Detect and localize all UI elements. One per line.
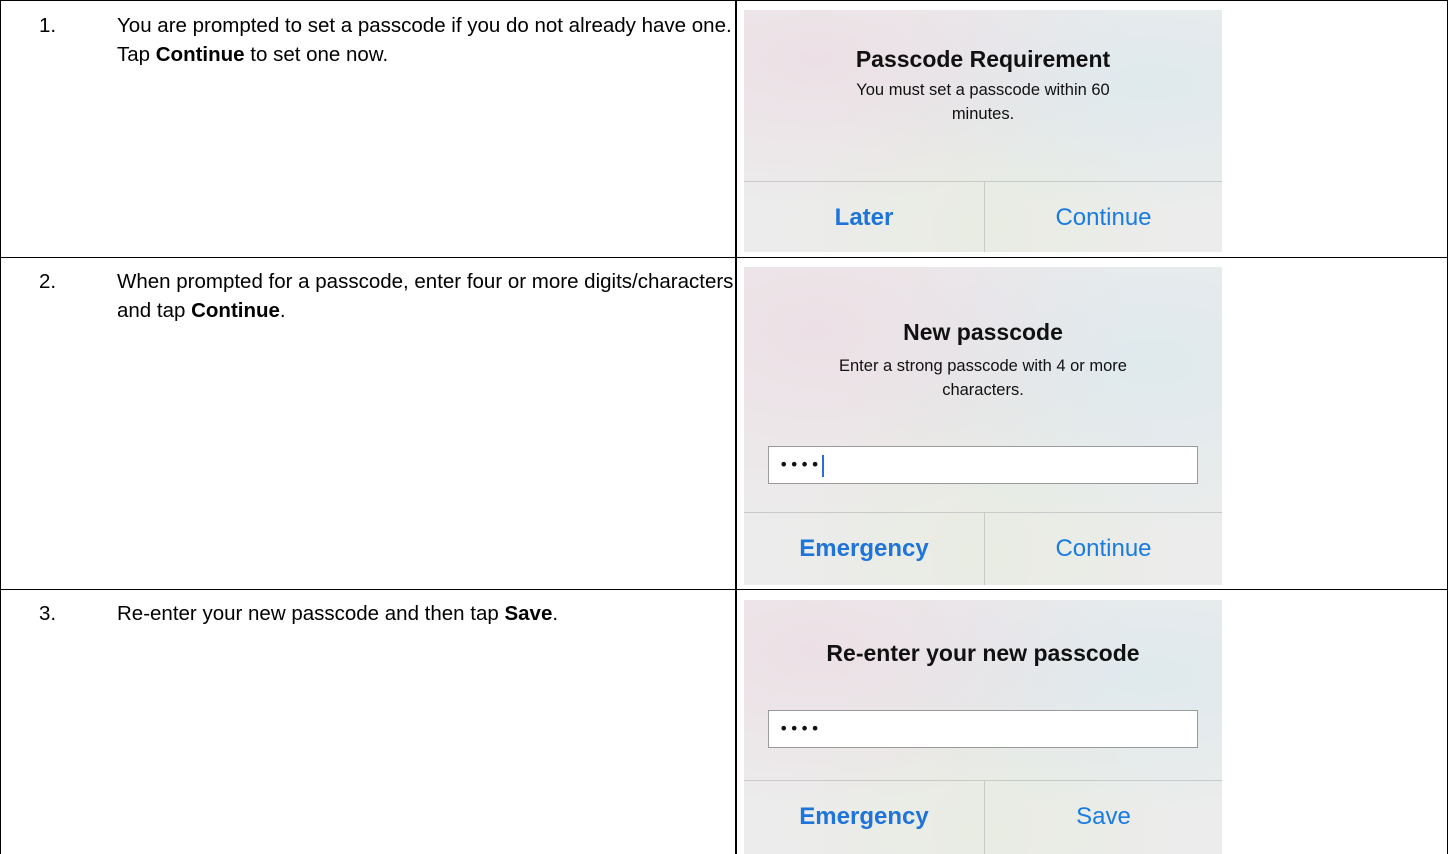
passcode-value: •••• [779,455,821,474]
alert-title: Re-enter your new passcode [826,640,1140,666]
alert-message-line: minutes. [951,105,1015,123]
instruction-text-end: . [552,602,559,625]
passcode-field[interactable]: •••• [768,710,1198,748]
alert-message-line: characters. [942,381,1024,399]
instruction-text-end: . [279,299,286,322]
step-number: 3. [39,602,57,625]
alert-message: You must set a passcode within 60 minute… [744,78,1222,126]
passcode-value: •••• [779,719,821,738]
passcode-dots: •••• [779,453,824,477]
step-instruction: You are prompted to set a passcode if yo… [117,11,737,69]
continue-button[interactable]: Continue [985,513,1222,585]
alert-title: New passcode [903,319,1063,345]
table-row: 2. When prompted for a passcode, enter f… [0,257,1448,590]
step-number: 2. [39,270,57,293]
reenter-passcode-screenshot: Re-enter your new passcode •••• Emergenc… [744,600,1222,854]
save-button[interactable]: Save [985,780,1222,854]
later-button[interactable]: Later [744,184,984,252]
instruction-bold: Save [504,602,553,625]
instruction-text-end: to set one now. [244,43,389,66]
text-cursor [821,454,824,477]
alert-title: Passcode Requirement [855,46,1111,72]
instruction-bold: Continue [155,43,245,66]
alert-message-line: Enter a strong passcode with 4 or more [839,357,1127,375]
emergency-button[interactable]: Emergency [744,780,984,854]
continue-button[interactable]: Continue [985,184,1222,252]
emergency-button[interactable]: Emergency [744,513,984,585]
new-passcode-screenshot: New passcode Enter a strong passcode wit… [744,267,1222,585]
step-number: 1. [39,14,57,37]
column-divider [735,589,737,854]
alert-message-line: You must set a passcode within 60 [856,81,1110,99]
instruction-bold: Continue [191,299,280,322]
instructions-table: 1. You are prompted to set a passcode if… [0,0,1448,854]
passcode-field[interactable]: •••• [768,446,1198,484]
button-separator [744,181,1222,182]
passcode-requirement-screenshot: Passcode Requirement You must set a pass… [744,10,1222,252]
step-instruction: Re-enter your new passcode and then tap … [117,599,737,628]
passcode-dots: •••• [779,717,821,741]
table-row: 3. Re-enter your new passcode and then t… [0,589,1448,854]
table-row: 1. You are prompted to set a passcode if… [0,0,1448,258]
instruction-text: Re-enter your new passcode and then tap [117,602,505,625]
alert-message: Enter a strong passcode with 4 or more c… [744,354,1222,402]
step-instruction: When prompted for a passcode, enter four… [117,267,737,325]
